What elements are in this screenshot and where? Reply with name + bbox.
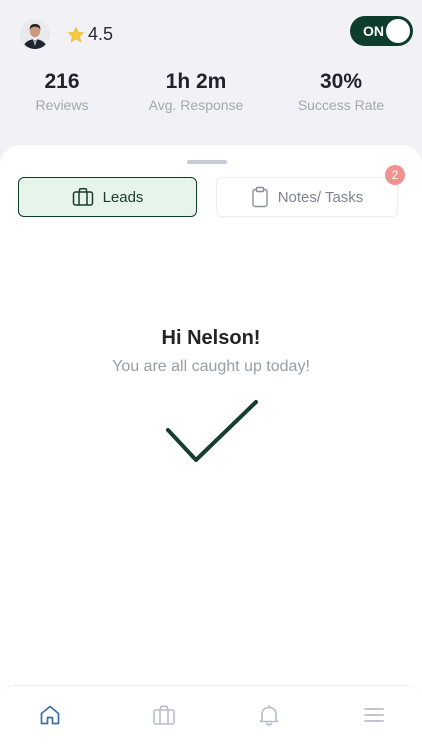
rating: 4.5 [66, 24, 113, 45]
profile-header: 4.5 ON 216 Reviews 1h 2m Avg. Response 3… [0, 0, 422, 150]
tab-label: Leads [102, 188, 144, 206]
nav-home[interactable] [30, 700, 70, 730]
avatar[interactable] [20, 19, 50, 49]
stat-reviews: 216 Reviews [22, 70, 102, 113]
rating-value: 4.5 [88, 24, 114, 44]
bell-icon [259, 704, 279, 726]
tab-label: Notes/ Tasks [277, 188, 364, 206]
briefcase-icon [153, 705, 175, 725]
availability-toggle[interactable]: ON [350, 16, 413, 46]
user-photo [20, 19, 50, 49]
home-icon [40, 705, 60, 725]
star-icon [67, 25, 85, 43]
tab-notes-tasks[interactable]: Notes/ Tasks [216, 177, 398, 217]
stat-value: 30% [319, 70, 363, 93]
clipboard-icon [252, 186, 268, 208]
bottom-sheet: Leads Notes/ Tasks 2 Hi Nelson! You are … [0, 145, 422, 750]
bottom-navigation [0, 685, 422, 750]
stat-avg-response: 1h 2m Avg. Response [132, 70, 260, 113]
sheet-drag-handle[interactable] [187, 160, 227, 164]
stat-success-rate: 30% Success Rate [288, 70, 394, 113]
nav-leads[interactable] [144, 700, 184, 730]
stat-label: Reviews [35, 97, 89, 113]
nav-notifications[interactable] [249, 700, 289, 730]
stat-value: 216 [44, 70, 80, 93]
briefcase-icon [72, 188, 93, 206]
toggle-knob [386, 19, 410, 43]
greeting-subtitle: You are all caught up today! [112, 358, 310, 375]
toggle-label: ON [363, 23, 384, 39]
notification-badge: 2 [385, 165, 405, 185]
tab-leads[interactable]: Leads [18, 177, 197, 217]
greeting-title: Hi Nelson! [161, 327, 261, 349]
stat-label: Avg. Response [148, 97, 244, 113]
menu-icon [364, 708, 384, 722]
nav-menu[interactable] [354, 700, 394, 730]
stat-value: 1h 2m [165, 70, 227, 93]
stat-label: Success Rate [297, 97, 385, 113]
checkmark-icon [166, 400, 258, 462]
